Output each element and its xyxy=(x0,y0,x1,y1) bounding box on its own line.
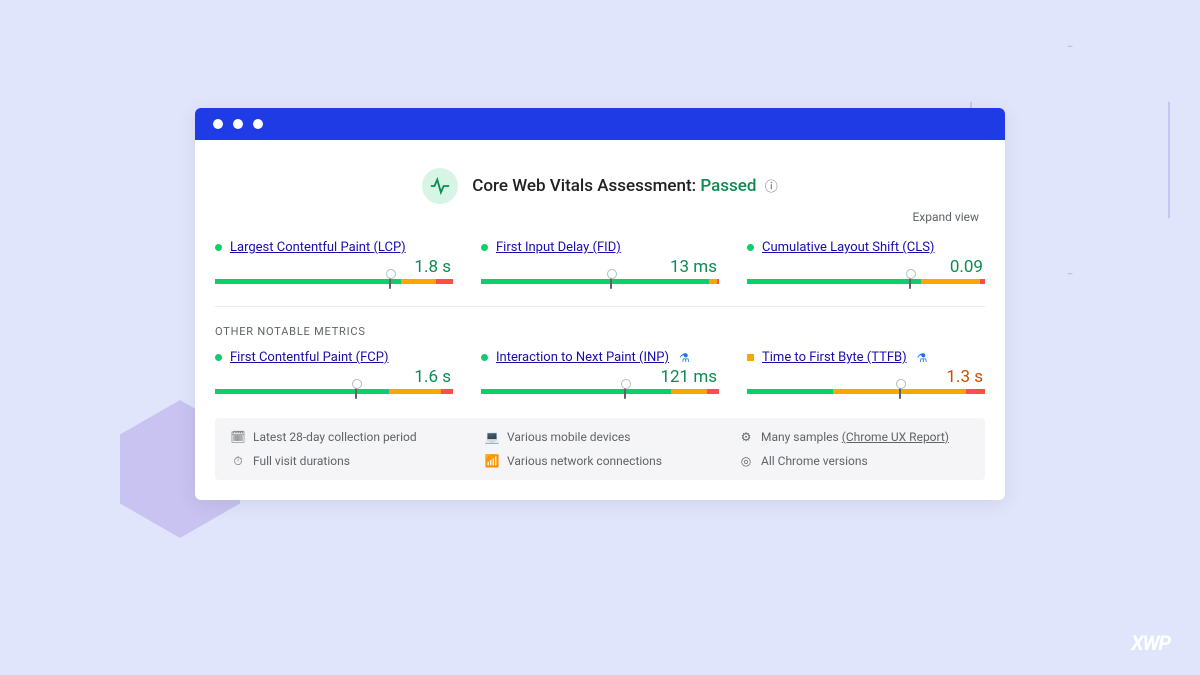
footer-versions: ◎ All Chrome versions xyxy=(739,454,969,468)
metric-value: 1.8 s xyxy=(215,257,453,277)
status-indicator xyxy=(481,354,488,361)
section-divider xyxy=(215,306,985,307)
footer-samples: ⚙ Many samples (Chrome UX Report) xyxy=(739,430,969,444)
metric-card: Cumulative Layout Shift (CLS) 0.09 xyxy=(747,240,985,284)
wifi-icon: 📶 xyxy=(485,454,499,468)
metric-marker xyxy=(909,275,911,289)
metric-value: 0.09 xyxy=(747,257,985,277)
metric-name-link[interactable]: First Contentful Paint (FCP) xyxy=(230,350,389,365)
metric-marker xyxy=(624,385,626,399)
metric-bar xyxy=(747,279,985,284)
window-control-dot xyxy=(253,119,263,129)
status-indicator xyxy=(215,354,222,361)
report-content: Core Web Vitals Assessment: Passed ⓘ Exp… xyxy=(195,140,1005,500)
metric-value: 13 ms xyxy=(481,257,719,277)
metric-bar xyxy=(481,279,719,284)
status-indicator xyxy=(747,354,754,361)
experimental-icon: ⚗ xyxy=(917,351,928,365)
metric-name-link[interactable]: First Input Delay (FID) xyxy=(496,240,621,255)
other-metrics-heading: OTHER NOTABLE METRICS xyxy=(215,325,985,338)
xwp-logo: XWP xyxy=(1131,631,1170,655)
window-control-dot xyxy=(213,119,223,129)
window-control-dot xyxy=(233,119,243,129)
metric-card: First Contentful Paint (FCP) 1.6 s xyxy=(215,350,453,394)
expand-view-link[interactable]: Expand view xyxy=(215,210,985,224)
footer-connections: 📶 Various network connections xyxy=(485,454,715,468)
metric-marker xyxy=(389,275,391,289)
footer-collection: 🗓 Latest 28-day collection period xyxy=(231,430,461,444)
metric-bar xyxy=(747,389,985,394)
status-indicator xyxy=(481,244,488,251)
metric-card: First Input Delay (FID) 13 ms xyxy=(481,240,719,284)
footer-durations: ⏱ Full visit durations xyxy=(231,454,461,468)
status-indicator xyxy=(747,244,754,251)
footer-devices: 💻 Various mobile devices xyxy=(485,430,715,444)
assessment-header: Core Web Vitals Assessment: Passed ⓘ xyxy=(215,168,985,204)
calendar-icon: 🗓 xyxy=(231,430,245,444)
browser-window: Core Web Vitals Assessment: Passed ⓘ Exp… xyxy=(195,108,1005,500)
metric-bar xyxy=(481,389,719,394)
chrome-icon: ◎ xyxy=(739,454,753,468)
metric-card: Largest Contentful Paint (LCP) 1.8 s xyxy=(215,240,453,284)
metric-value: 121 ms xyxy=(481,367,719,387)
metric-value: 1.6 s xyxy=(215,367,453,387)
metric-bar xyxy=(215,279,453,284)
devices-icon: 💻 xyxy=(485,430,499,444)
page-title: Core Web Vitals Assessment: Passed ⓘ xyxy=(472,176,777,196)
assessment-status: Passed xyxy=(700,176,756,196)
core-metrics-grid: Largest Contentful Paint (LCP) 1.8 s Fir… xyxy=(215,240,985,284)
experimental-icon: ⚗ xyxy=(679,351,690,365)
metric-bar xyxy=(215,389,453,394)
browser-titlebar xyxy=(195,108,1005,140)
network-icon: ⚙ xyxy=(739,430,753,444)
metric-marker xyxy=(899,385,901,399)
help-icon[interactable]: ⓘ xyxy=(765,180,778,195)
title-prefix: Core Web Vitals Assessment: xyxy=(472,176,700,196)
metric-value: 1.3 s xyxy=(747,367,985,387)
status-indicator xyxy=(215,244,222,251)
metric-card: Time to First Byte (TTFB) ⚗ 1.3 s xyxy=(747,350,985,394)
metric-name-link[interactable]: Cumulative Layout Shift (CLS) xyxy=(762,240,934,255)
metric-name-link[interactable]: Time to First Byte (TTFB) xyxy=(762,350,907,365)
metric-name-link[interactable]: Interaction to Next Paint (INP) xyxy=(496,350,669,365)
chrome-ux-report-link[interactable]: (Chrome UX Report) xyxy=(842,430,949,444)
pulse-icon xyxy=(422,168,458,204)
report-footer: 🗓 Latest 28-day collection period 💻 Vari… xyxy=(215,418,985,480)
metric-card: Interaction to Next Paint (INP) ⚗ 121 ms xyxy=(481,350,719,394)
metric-name-link[interactable]: Largest Contentful Paint (LCP) xyxy=(230,240,406,255)
timer-icon: ⏱ xyxy=(231,454,245,468)
other-metrics-grid: First Contentful Paint (FCP) 1.6 s Inter… xyxy=(215,350,985,394)
metric-marker xyxy=(610,275,612,289)
